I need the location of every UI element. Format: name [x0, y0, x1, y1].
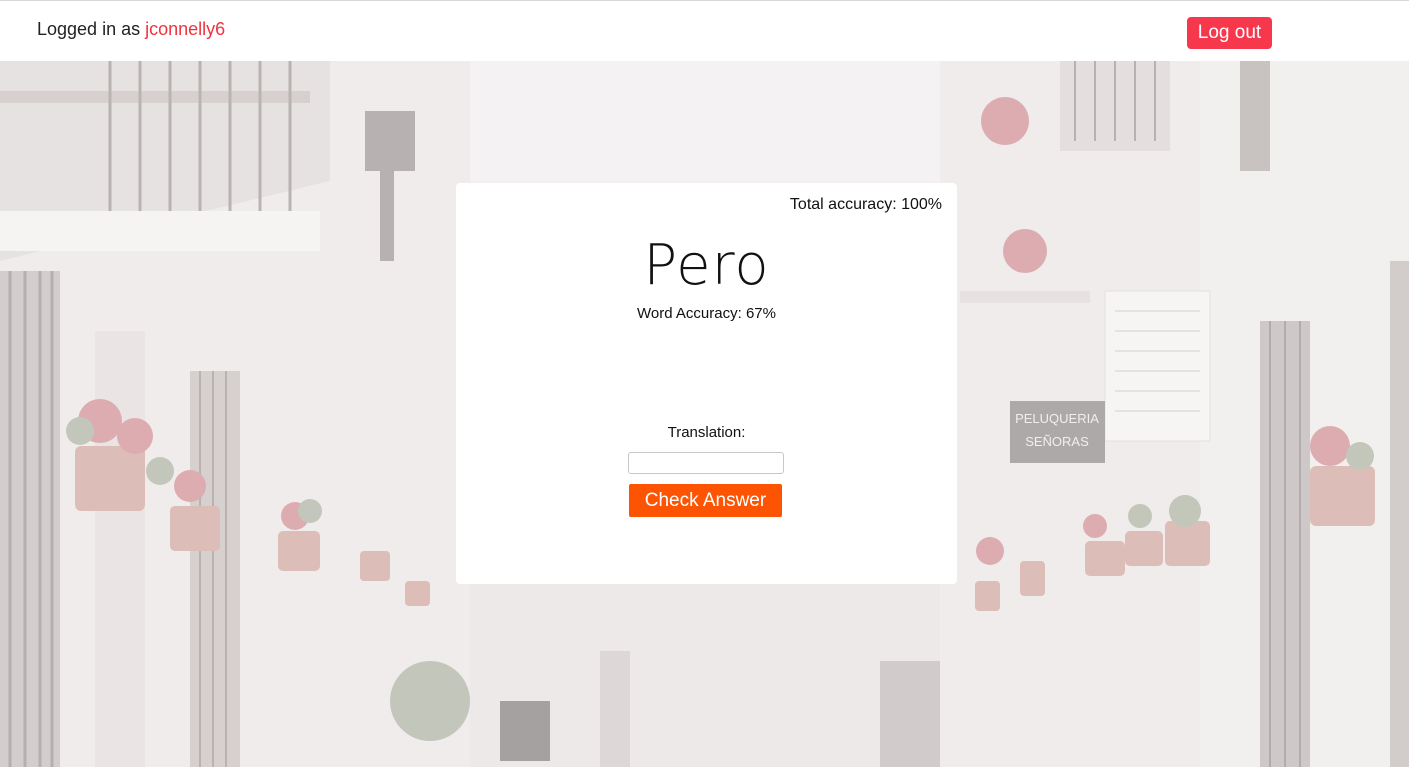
quiz-card: Total accuracy: 100% Pero Word Accuracy:… — [456, 183, 957, 584]
word-accuracy: Word Accuracy: 67% — [637, 305, 776, 322]
login-status: Logged in as jconnelly6 — [37, 19, 225, 40]
logout-button[interactable]: Log out — [1187, 17, 1272, 49]
top-bar: Logged in as jconnelly6 Log out — [0, 0, 1409, 61]
quiz-word: Pero — [643, 233, 770, 298]
check-answer-button[interactable]: Check Answer — [629, 484, 782, 517]
total-accuracy: Total accuracy: 100% — [789, 196, 942, 213]
translation-label: Translation: — [667, 424, 746, 441]
translation-input[interactable] — [628, 452, 784, 474]
logged-in-prefix: Logged in as — [37, 19, 146, 39]
username-link[interactable]: jconnelly6 — [145, 19, 225, 39]
